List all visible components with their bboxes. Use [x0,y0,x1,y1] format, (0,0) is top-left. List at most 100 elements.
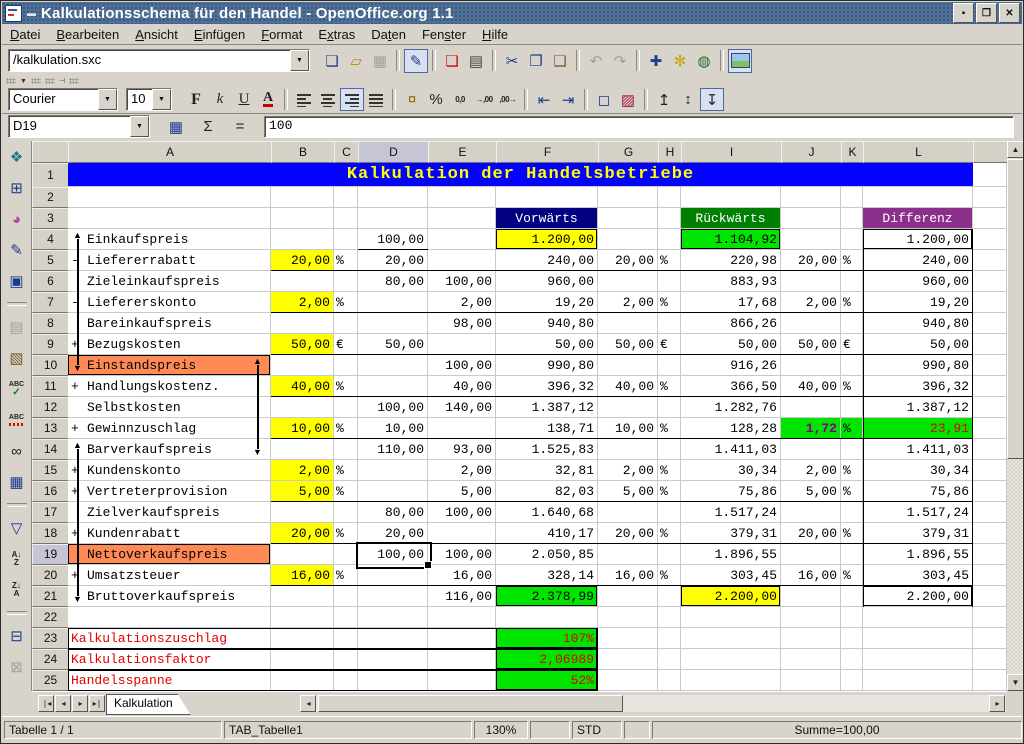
cell-I19[interactable]: 1.896,55 [681,544,781,565]
cell-H5[interactable]: % [658,250,681,271]
cell-M19[interactable] [973,544,1007,565]
cell-K24[interactable] [841,649,863,670]
remove-decimal-icon[interactable]: ,00→ [496,88,520,111]
cell-A2[interactable] [68,187,271,208]
row-header-20[interactable]: 20 [32,565,69,586]
cell-M9[interactable] [973,334,1007,355]
cell-L10[interactable]: 990,80 [863,355,973,376]
menu-daten[interactable]: Daten [363,27,414,42]
cell-G21[interactable] [598,586,658,607]
cell-F9[interactable]: 50,00 [496,334,598,355]
cell-C14[interactable] [334,439,358,460]
cell-E20[interactable]: 16,00 [428,565,496,586]
column-header-A[interactable]: A [68,141,272,163]
menu-ansicht[interactable]: Ansicht [127,27,186,42]
cell-A6[interactable]: Zieleinkaufspreis [68,271,271,292]
row-header-24[interactable]: 24 [32,649,69,670]
cell-K3[interactable] [841,208,863,229]
align-right-icon[interactable] [340,88,364,111]
row-header-17[interactable]: 17 [32,502,69,523]
cell-C19[interactable] [334,544,358,565]
cell-F3[interactable]: Vorwärts [496,208,598,229]
cell-D24[interactable] [358,649,428,670]
column-header-D[interactable]: D [358,141,429,163]
borders-icon[interactable]: ◻ [592,88,616,111]
cell-A25[interactable]: Handelsspanne [68,670,271,691]
cell-B10[interactable] [271,355,334,376]
cell-A9[interactable]: Bezugskosten+ [68,334,271,355]
row-header-5[interactable]: 5 [32,250,69,271]
menu-extras[interactable]: Extras [310,27,363,42]
scroll-up-icon[interactable]: ▲ [1007,141,1024,158]
cell-D5[interactable]: 20,00 [358,250,428,271]
url-dropdown-icon[interactable]: ▼ [290,50,309,71]
toolbar-pin-icon[interactable]: ⊣ [59,77,65,85]
cell-J20[interactable]: 16,00 [781,565,841,586]
cell-G2[interactable] [598,187,658,208]
cell-A19[interactable]: Nettoverkaufspreis [68,544,271,565]
paste-icon[interactable]: ❑ [548,49,572,73]
row-header-4[interactable]: 4 [32,229,69,250]
cell-J4[interactable] [781,229,841,250]
cell-I7[interactable]: 17,68 [681,292,781,313]
cell-B25[interactable] [271,670,334,691]
cell-C25[interactable] [334,670,358,691]
cell-H6[interactable] [658,271,681,292]
cell-F5[interactable]: 240,00 [496,250,598,271]
cell-A17[interactable]: Zielverkaufspreis [68,502,271,523]
cell-J15[interactable]: 2,00 [781,460,841,481]
cell-G16[interactable]: 5,00 [598,481,658,502]
cell-H17[interactable] [658,502,681,523]
cell-L25[interactable] [863,670,973,691]
cell-B15[interactable]: 2,00 [271,460,334,481]
cell-B8[interactable] [271,313,334,334]
cell-D13[interactable]: 10,00 [358,418,428,439]
cell-E2[interactable] [428,187,496,208]
row-header-2[interactable]: 2 [32,187,69,208]
cell-G6[interactable] [598,271,658,292]
cell-F23[interactable]: 107% [496,628,598,649]
cell-B17[interactable] [271,502,334,523]
cell-M14[interactable] [973,439,1007,460]
cell-M4[interactable] [973,229,1007,250]
cell-I23[interactable] [681,628,781,649]
find-replace-icon[interactable]: ∞ [5,439,29,463]
row-header-7[interactable]: 7 [32,292,69,313]
cell-B23[interactable] [271,628,334,649]
spellcheck-icon[interactable]: ABC✓ [5,377,29,401]
navigator-icon[interactable]: ✚ [644,49,668,73]
cell-L3[interactable]: Differenz [863,208,973,229]
cell-E14[interactable]: 93,00 [428,439,496,460]
cell-B14[interactable] [271,439,334,460]
cell-J12[interactable] [781,397,841,418]
cell-J9[interactable]: 50,00 [781,334,841,355]
cell-G25[interactable] [598,670,658,691]
row-header-19[interactable]: 19 [32,544,69,565]
cell-C10[interactable] [334,355,358,376]
cell-A12[interactable]: Selbstkosten [68,397,271,418]
cell-J23[interactable] [781,628,841,649]
toolbar-collapse-icon[interactable]: ▼ [20,78,27,85]
column-header-K[interactable]: K [841,141,864,163]
align-bottom-icon[interactable]: ↧ [700,88,724,111]
vertical-scroll-thumb[interactable] [1007,159,1024,459]
cell-F18[interactable]: 410,17 [496,523,598,544]
cell-J16[interactable]: 5,00 [781,481,841,502]
cell-L18[interactable]: 379,31 [863,523,973,544]
vertical-scrollbar[interactable]: ▲ ▼ [1007,141,1024,691]
cell-J25[interactable] [781,670,841,691]
column-header-E[interactable]: E [428,141,497,163]
cell-D8[interactable] [358,313,428,334]
cell-F15[interactable]: 32,81 [496,460,598,481]
cell-D17[interactable]: 80,00 [358,502,428,523]
cell-K18[interactable]: % [841,523,863,544]
row-header-8[interactable]: 8 [32,313,69,334]
align-justify-icon[interactable] [364,88,388,111]
column-header-m[interactable] [973,141,1007,163]
cell-C12[interactable] [334,397,358,418]
cell-D4[interactable]: 100,00 [358,229,428,250]
cell-E18[interactable] [428,523,496,544]
cell-K9[interactable]: € [841,334,863,355]
cell-F13[interactable]: 138,71 [496,418,598,439]
cell-J10[interactable] [781,355,841,376]
